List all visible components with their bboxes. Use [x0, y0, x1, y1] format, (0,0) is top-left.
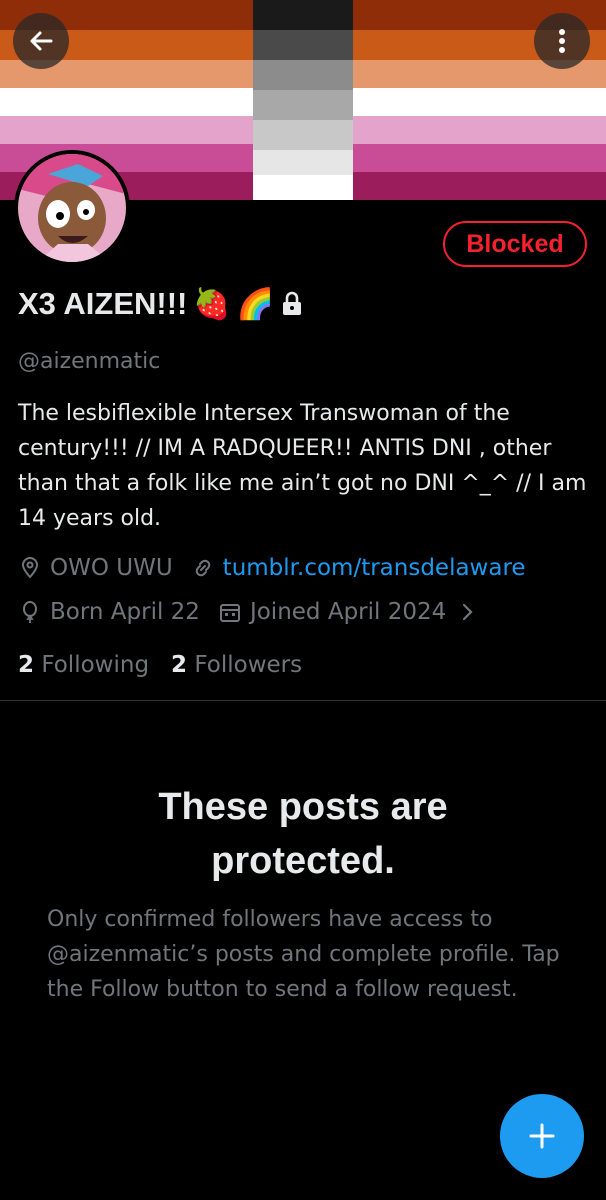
more-vertical-icon — [559, 29, 565, 53]
blocked-button[interactable]: Blocked — [443, 221, 587, 267]
arrow-left-icon — [30, 31, 53, 51]
more-options-button[interactable] — [534, 13, 590, 69]
website-link[interactable]: tumblr.com/transdelaware — [223, 555, 526, 581]
lock-icon — [283, 291, 302, 315]
profile-meta-row-2: Born April 22 Joined April 2024 — [18, 599, 478, 625]
joined-text: Joined April 2024 — [249, 599, 447, 625]
birthday: Born April 22 — [18, 599, 200, 625]
location-pin-icon — [21, 557, 39, 579]
protected-posts-description: Only confirmed followers have access to … — [47, 907, 560, 1002]
rainbow-emoji: 🌈 — [236, 287, 275, 321]
divider — [0, 700, 606, 701]
profile-meta-row: OWO UWU tumblr.com/transdelaware — [18, 555, 526, 581]
protected-posts-title: These posts are protected. — [0, 780, 606, 888]
chevron-right-icon — [463, 603, 473, 621]
strawberry-emoji: 🍓 — [193, 287, 231, 321]
back-button[interactable] — [13, 13, 69, 69]
location-text: OWO UWU — [50, 555, 173, 581]
followers-count: 2 — [171, 652, 188, 678]
calendar-icon — [219, 604, 240, 622]
balloon-icon — [23, 601, 37, 623]
avatar[interactable] — [14, 150, 130, 266]
display-name: X3 AIZEN!!! — [18, 286, 188, 321]
followers-label: Followers — [194, 652, 303, 678]
link-icon — [195, 559, 210, 577]
plus-icon — [529, 1123, 555, 1149]
birthday-text: Born April 22 — [50, 599, 200, 625]
protected-title-text: These posts are protected. — [158, 786, 448, 882]
followers-link[interactable]: 2 Followers — [171, 652, 302, 678]
banner-grey-bar — [253, 0, 353, 200]
follow-counts: 2 Following 2 Followers — [18, 652, 302, 678]
location: OWO UWU — [18, 555, 173, 581]
following-link[interactable]: 2 Following — [18, 652, 149, 678]
display-name-row: X3 AIZEN!!! 🍓 🌈 — [18, 286, 304, 322]
compose-fab-button[interactable] — [500, 1094, 584, 1178]
joined-date[interactable]: Joined April 2024 — [218, 599, 478, 625]
following-label: Following — [41, 652, 150, 678]
bio: The lesbiflexible Intersex Transwoman of… — [18, 401, 587, 531]
following-count: 2 — [18, 652, 35, 678]
avatar-image — [18, 154, 126, 262]
user-handle: @aizenmatic — [18, 349, 161, 374]
website[interactable]: tumblr.com/transdelaware — [191, 555, 526, 581]
